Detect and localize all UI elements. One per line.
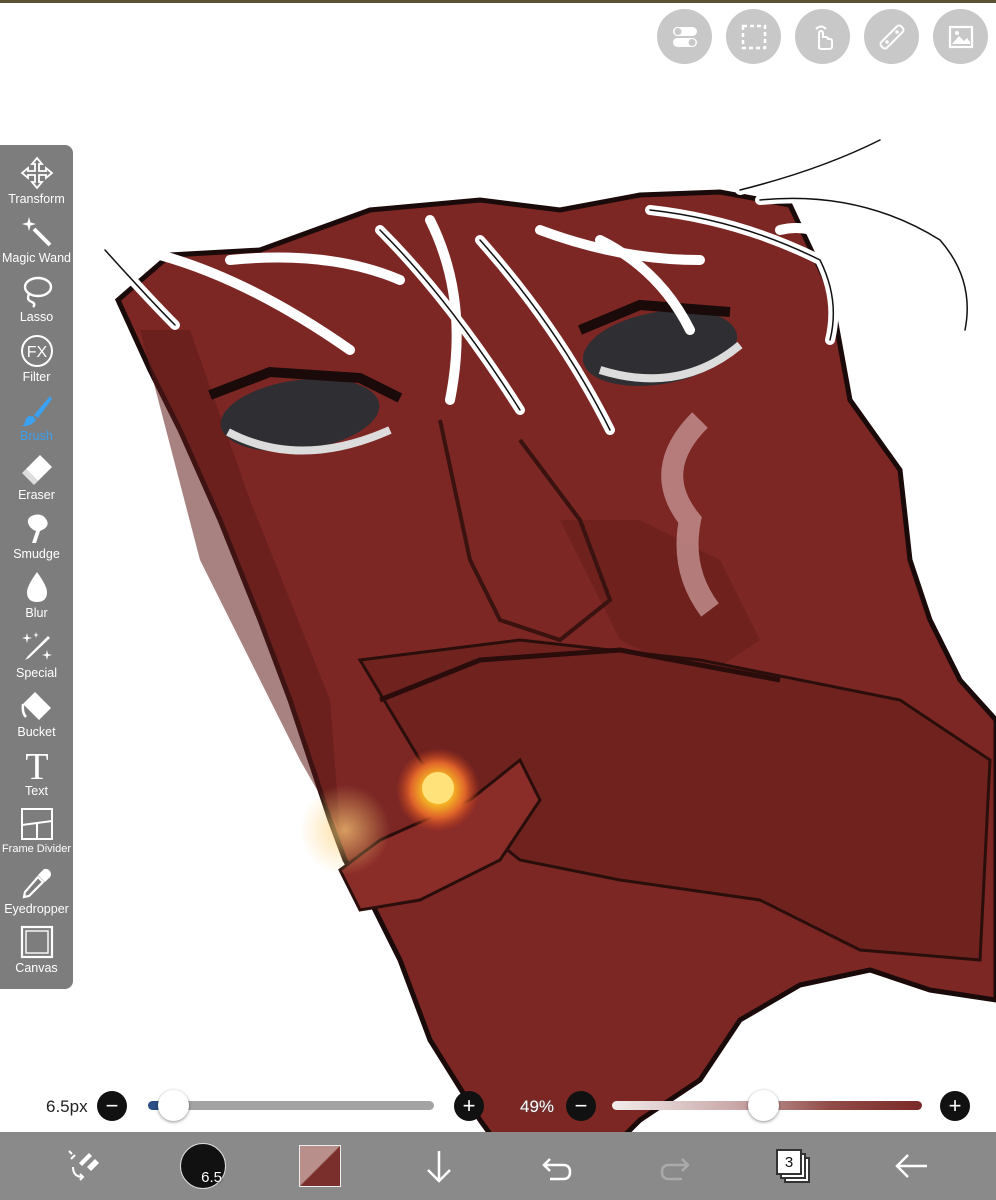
arrow-left-icon [895,1154,927,1178]
layers-count: 3 [784,1153,794,1171]
tool-smudge[interactable]: Smudge [0,510,73,569]
tool-label: Eraser [18,487,55,502]
tool-label: Bucket [17,724,56,739]
eraser-icon [19,451,55,487]
brush-sliders: 6.5px − + 49% − + [0,1088,996,1124]
tool-transform[interactable]: Transform [0,155,73,214]
brush-size-readout: 6.5px [46,1097,88,1116]
opacity-readout: 49% [520,1097,555,1116]
tool-label: Transform [8,192,65,206]
reference-image-button[interactable] [933,9,988,64]
svg-text:T: T [25,748,48,782]
tool-label: Filter [22,369,51,384]
magic-wand-icon [19,214,55,250]
toggle-button[interactable] [657,9,712,64]
size-decrease-button[interactable]: − [97,1091,127,1121]
bucket-icon [19,688,55,724]
opacity-decrease-button[interactable]: − [566,1091,596,1121]
tool-label: Blur [25,606,48,621]
brush-icon [19,392,55,428]
color-button[interactable] [298,1132,342,1200]
smudge-icon [19,510,55,546]
tool-brush[interactable]: Brush [0,392,73,451]
tool-label: Canvas [15,961,58,976]
color-swatch [299,1145,341,1187]
layers-button[interactable]: 3 [772,1132,814,1200]
selection-button[interactable] [726,9,781,64]
arrow-down-icon [427,1151,451,1183]
top-tool-buttons [657,9,988,64]
eyedropper-icon [19,865,55,901]
brush-size-slider[interactable] [148,1101,434,1110]
tool-text[interactable]: T Text [0,747,73,806]
brush-size-button[interactable]: 6.5 [178,1132,228,1200]
opacity-knob[interactable] [748,1090,780,1121]
gesture-hand-icon [814,25,833,50]
tool-filter[interactable]: FX Filter [0,333,73,392]
undo-icon [542,1158,572,1181]
tool-label: Eyedropper [4,902,69,917]
ruler-button[interactable] [864,9,919,64]
frame-divider-icon [19,806,55,842]
tool-magic-wand[interactable]: Magic Wand [0,214,73,273]
opacity-increase-button[interactable]: + [940,1091,970,1121]
tool-label: Frame Divider [1,843,72,856]
gesture-button[interactable] [795,9,850,64]
canvas-icon [19,924,55,960]
ruler-icon [879,24,904,49]
redo-icon [660,1158,690,1181]
tool-canvas[interactable]: Canvas [0,924,73,983]
text-icon: T [19,747,55,783]
fx-icon: FX [19,333,55,369]
droplet-icon [19,569,55,605]
svg-text:FX: FX [26,344,47,361]
drawing-canvas[interactable] [0,0,996,1200]
move-arrows-icon [19,155,55,191]
back-button[interactable] [890,1132,934,1200]
tool-eraser[interactable]: Eraser [0,451,73,510]
size-increase-button[interactable]: + [454,1091,484,1121]
layers-icon: 3 [776,1149,810,1183]
undo-button[interactable] [536,1132,578,1200]
download-button[interactable] [418,1132,460,1200]
reference-image-icon [948,25,973,48]
tool-special[interactable]: Special [0,629,73,688]
quick-tools-button[interactable] [62,1132,106,1200]
tool-label: Smudge [13,547,60,562]
tool-frame-divider[interactable]: Frame Divider [0,806,73,865]
brush-size-value: 6.5 [201,1169,222,1186]
brush-size-preview: 6.5 [180,1143,226,1189]
lasso-icon [19,273,55,309]
tool-label: Lasso [19,310,54,325]
tool-panel: Transform Magic Wand Lasso FX Filter Bru… [0,145,73,989]
tool-label: Magic Wand [1,251,71,266]
bottom-toolbar: 6.5 3 [0,1132,996,1200]
sparkle-pen-icon [19,629,55,665]
brush-eraser-swap-icon [68,1150,99,1181]
tool-label: Text [25,783,48,798]
tool-label: Special [16,665,57,680]
tool-label: Brush [20,428,53,443]
brush-size-knob[interactable] [158,1090,190,1121]
tool-eyedropper[interactable]: Eyedropper [0,865,73,924]
selection-icon [741,24,766,49]
tool-lasso[interactable]: Lasso [0,273,73,332]
tool-blur[interactable]: Blur [0,569,73,628]
toggle-icon [672,26,697,47]
tool-bucket[interactable]: Bucket [0,688,73,747]
redo-button[interactable] [654,1132,696,1200]
